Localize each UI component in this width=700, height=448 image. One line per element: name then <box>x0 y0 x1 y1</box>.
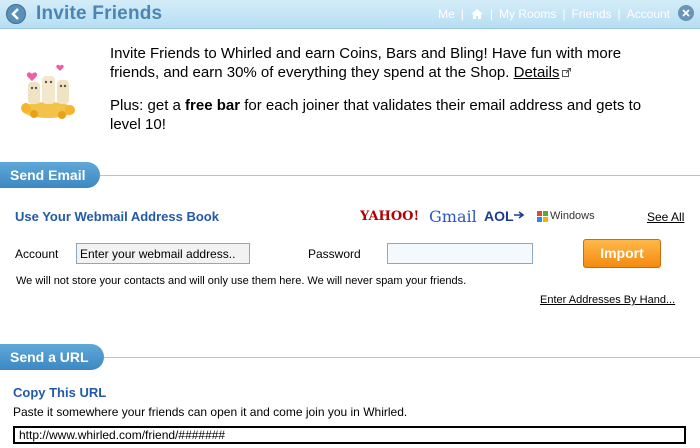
see-all-link[interactable]: See All <box>647 210 684 224</box>
webmail-heading: Use Your Webmail Address Book <box>15 209 219 224</box>
password-input[interactable] <box>387 243 533 264</box>
yahoo-logo[interactable]: YAHOO! <box>360 209 419 224</box>
nav-me[interactable]: Me <box>438 7 455 21</box>
nav-separator: | <box>617 7 621 21</box>
close-button[interactable] <box>678 5 694 21</box>
nav-friends[interactable]: Friends <box>572 7 612 21</box>
account-label: Account <box>15 247 59 261</box>
section-divider <box>100 175 700 176</box>
plus-prefix: Plus: get a <box>110 97 186 114</box>
nav-separator: | <box>562 7 566 21</box>
intro-text: Invite Friends to Whirled and earn Coins… <box>110 44 670 148</box>
copy-url-heading: Copy This URL <box>13 385 107 400</box>
account-input[interactable] <box>76 243 250 264</box>
enter-by-hand-link[interactable]: Enter Addresses By Hand... <box>540 294 675 306</box>
home-icon[interactable] <box>470 8 484 23</box>
import-button[interactable]: Import <box>583 239 661 268</box>
privacy-note: We will not store your contacts and will… <box>16 275 467 287</box>
top-nav: Me | | My Rooms | Friends | Account <box>438 7 670 23</box>
free-bar-text: free bar <box>185 97 241 114</box>
password-label: Password <box>308 247 361 261</box>
external-link-icon <box>562 68 572 77</box>
aol-arrow-icon <box>514 211 525 219</box>
back-button[interactable] <box>6 4 26 24</box>
windows-flag-icon <box>537 211 548 222</box>
close-icon <box>682 9 690 17</box>
copy-url-description: Paste it somewhere your friends can open… <box>13 405 408 419</box>
windows-logo[interactable]: Windows <box>550 210 595 222</box>
gmail-logo[interactable]: Gmail <box>429 207 477 226</box>
nav-account[interactable]: Account <box>627 7 670 21</box>
send-email-tab: Send Email <box>0 162 100 188</box>
nav-separator: | <box>489 7 494 21</box>
page-title: Invite Friends <box>36 3 163 24</box>
section-divider <box>104 357 700 358</box>
friends-coins-illustration <box>21 64 75 119</box>
send-url-tab: Send a URL <box>0 344 104 370</box>
details-link[interactable]: Details <box>514 64 560 81</box>
header-bar: Invite Friends Me | | My Rooms | Friends | Acco… <box>0 0 700 29</box>
nav-my-rooms[interactable]: My Rooms <box>499 7 556 21</box>
invite-url-field[interactable]: http://www.whirled.com/friend/####### <box>13 426 686 444</box>
back-arrow-icon <box>11 8 19 20</box>
nav-separator: | <box>460 7 464 21</box>
aol-logo[interactable]: AOL <box>484 208 514 224</box>
